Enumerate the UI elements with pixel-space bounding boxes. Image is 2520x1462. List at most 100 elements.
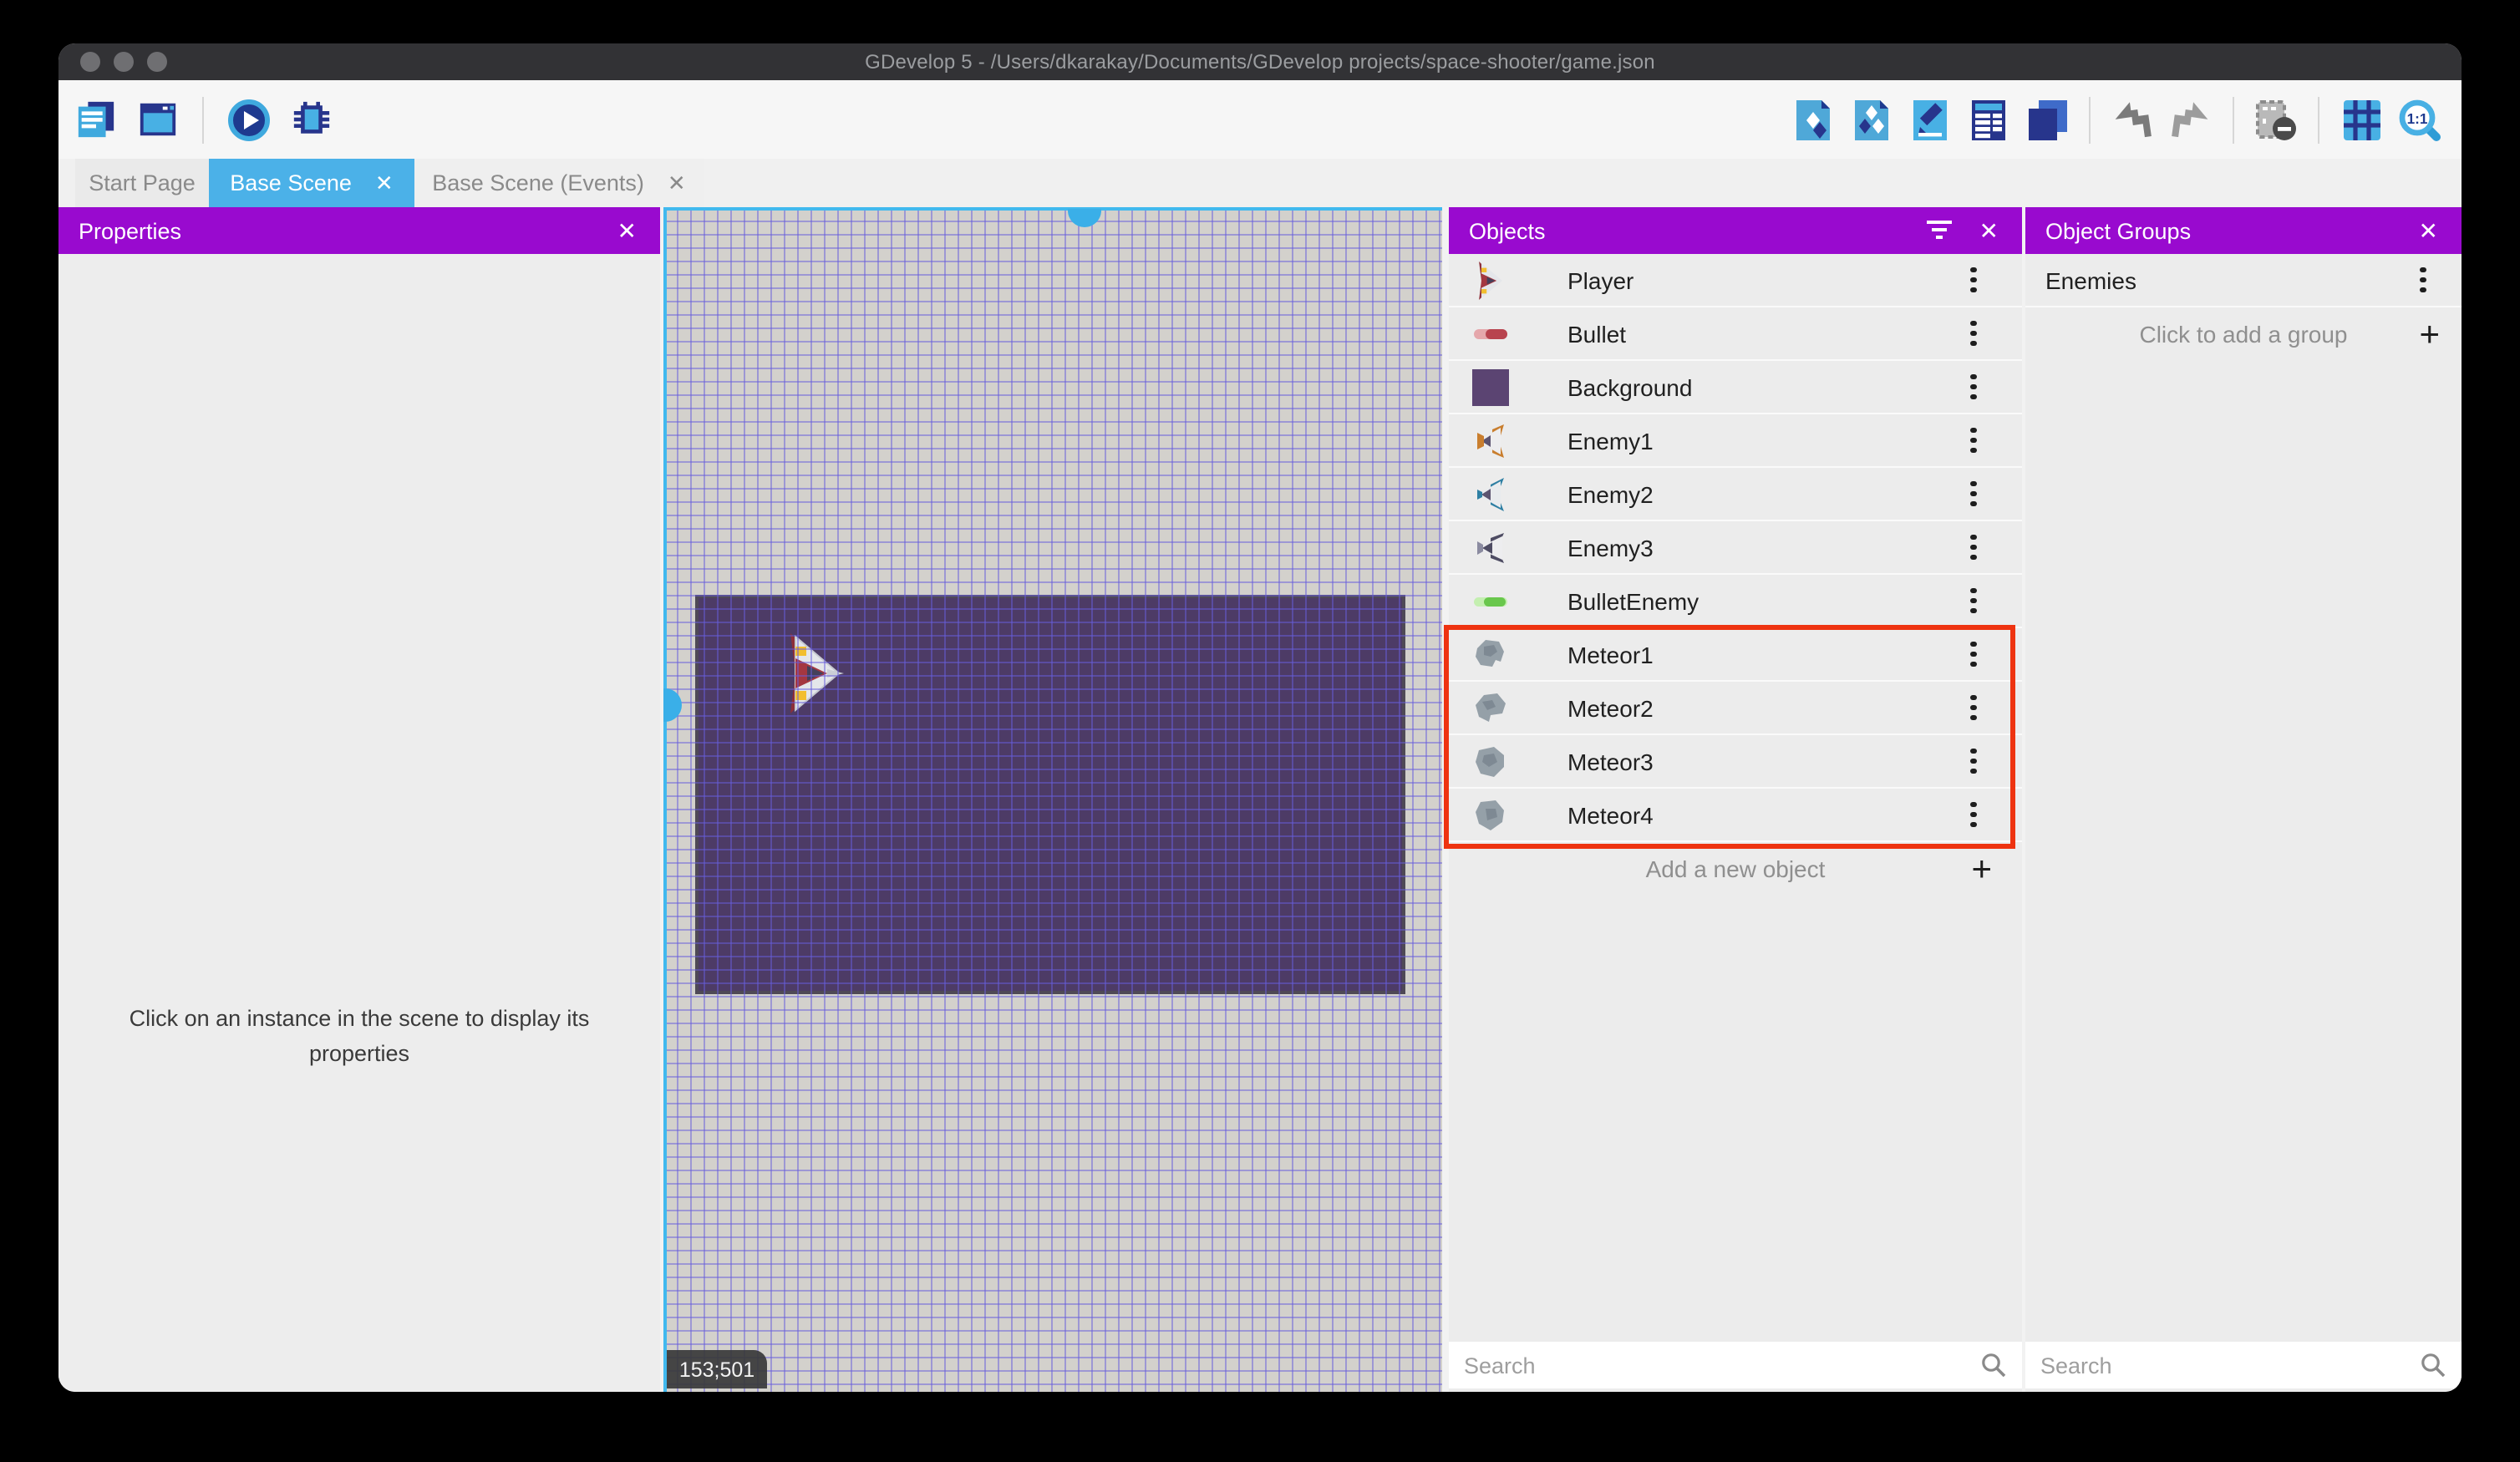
resize-handle-top[interactable] (1068, 209, 1101, 227)
enemy1-ship-icon (1477, 424, 1504, 457)
object-label: Bullet (1567, 320, 1627, 347)
meteor-icon (1476, 800, 1504, 830)
toolbar-divider (202, 96, 204, 143)
object-row-meteor2[interactable]: Meteor2 (1449, 682, 2022, 735)
add-new-object-button[interactable]: Add a new object + (1449, 842, 2022, 896)
properties-icon[interactable] (1908, 98, 1952, 141)
object-groups-panel-header: Object Groups ✕ (2025, 207, 2462, 254)
properties-panel-title: Properties (79, 218, 182, 243)
editor-tabbar: Start Page Base Scene ✕ Base Scene (Even… (58, 159, 2462, 207)
kebab-menu-icon[interactable] (1959, 368, 1989, 405)
plus-icon: + (1971, 850, 1992, 888)
meteor-icon (1476, 746, 1504, 776)
mask-icon[interactable] (2254, 98, 2298, 141)
kebab-menu-icon[interactable] (1959, 582, 1989, 619)
filter-icon[interactable] (1927, 221, 1953, 241)
properties-empty-message: Click on an instance in the scene to dis… (129, 1006, 590, 1066)
object-groups-panel: Enemies Click to add a group + (2025, 254, 2462, 1392)
objects-search-bar (1449, 1342, 2022, 1388)
object-row-bullet[interactable]: Bullet (1449, 307, 2022, 361)
zoom-1-1-icon[interactable]: 1:1 (2398, 98, 2441, 141)
close-panel-icon[interactable]: ✕ (617, 219, 637, 242)
object-label: Player (1567, 267, 1634, 293)
minimize-window-button[interactable] (114, 52, 134, 72)
object-row-background[interactable]: Background (1449, 361, 2022, 414)
objects-search-input[interactable] (1449, 1353, 1980, 1378)
object-row-meteor4[interactable]: Meteor4 (1449, 789, 2022, 842)
scene-window-icon[interactable] (135, 98, 179, 141)
zoom-window-button[interactable] (147, 52, 167, 72)
object-label: Meteor3 (1567, 748, 1654, 774)
object-label: Enemy2 (1567, 480, 1654, 507)
svg-text:1:1: 1:1 (2407, 109, 2428, 126)
kebab-menu-icon[interactable] (1959, 475, 1989, 512)
object-label: Enemy3 (1567, 534, 1654, 561)
objects-editor-icon[interactable] (1791, 98, 1835, 141)
project-manager-icon[interactable] (74, 98, 117, 141)
object-groups-icon[interactable] (1850, 98, 1893, 141)
object-row-enemy1[interactable]: Enemy1 (1449, 414, 2022, 468)
scene-canvas[interactable]: 153;501 (663, 207, 1442, 1392)
tab-label: Base Scene (Events) (432, 170, 644, 195)
toolbar-left-group (58, 96, 333, 143)
main-toolbar: 1:1 (58, 80, 2462, 159)
group-row-enemies[interactable]: Enemies (2025, 254, 2462, 307)
kebab-menu-icon[interactable] (1959, 743, 1989, 779)
close-panel-icon[interactable]: ✕ (2419, 219, 2438, 242)
close-panel-icon[interactable]: ✕ (1979, 219, 1999, 242)
kebab-menu-icon[interactable] (2408, 261, 2438, 298)
bullet-enemy-icon (1474, 596, 1507, 606)
kebab-menu-icon[interactable] (1959, 529, 1989, 566)
kebab-menu-icon[interactable] (1959, 796, 1989, 833)
toolbar-divider (2089, 96, 2091, 143)
grid-icon[interactable] (2340, 98, 2383, 141)
debug-icon[interactable] (289, 98, 333, 141)
object-groups-panel-title: Object Groups (2045, 218, 2192, 243)
close-tab-icon[interactable]: ✕ (668, 170, 686, 196)
kebab-menu-icon[interactable] (1959, 422, 1989, 459)
kebab-menu-icon[interactable] (1959, 261, 1989, 298)
object-row-enemy3[interactable]: Enemy3 (1449, 521, 2022, 575)
player-instance[interactable] (785, 632, 844, 715)
group-label: Enemies (2045, 267, 2136, 293)
kebab-menu-icon[interactable] (1959, 689, 1989, 726)
properties-panel: Click on an instance in the scene to dis… (58, 254, 660, 1392)
groups-search-input[interactable] (2025, 1353, 2420, 1378)
background-swatch-icon (1472, 368, 1509, 405)
layers-icon[interactable] (2025, 98, 2069, 141)
enemy2-ship-icon (1477, 477, 1504, 510)
object-row-meteor1[interactable]: Meteor1 (1449, 628, 2022, 682)
object-label: Enemy1 (1567, 427, 1654, 454)
cursor-coordinates-badge: 153;501 (667, 1350, 767, 1388)
toolbar-divider (2318, 96, 2319, 143)
kebab-menu-icon[interactable] (1959, 315, 1989, 352)
instances-list-icon[interactable] (1967, 98, 2010, 141)
object-row-player[interactable]: Player (1449, 254, 2022, 307)
undo-icon[interactable] (2111, 98, 2154, 141)
kebab-menu-icon[interactable] (1959, 636, 1989, 673)
object-label: Meteor4 (1567, 801, 1654, 828)
objects-panel-title: Objects (1469, 218, 1546, 243)
close-window-button[interactable] (80, 52, 100, 72)
object-row-bulletenemy[interactable]: BulletEnemy (1449, 575, 2022, 628)
resize-handle-left[interactable] (663, 688, 682, 722)
tab-label: Start Page (89, 170, 196, 195)
play-icon[interactable] (227, 98, 271, 141)
traffic-lights[interactable] (80, 52, 167, 72)
objects-panel: Player Bullet Background Enemy1 Enemy2 E… (1444, 254, 2022, 1392)
object-row-meteor3[interactable]: Meteor3 (1449, 735, 2022, 789)
tab-start-page[interactable]: Start Page (75, 159, 209, 207)
selection-border-left (663, 207, 667, 1392)
add-group-button[interactable]: Click to add a group + (2025, 307, 2462, 361)
toolbar-right-group: 1:1 (1791, 96, 2462, 143)
object-label: Meteor1 (1567, 641, 1654, 668)
object-label: Background (1567, 373, 1693, 400)
redo-icon[interactable] (2169, 98, 2213, 141)
object-row-enemy2[interactable]: Enemy2 (1449, 468, 2022, 521)
object-label: Meteor2 (1567, 694, 1654, 721)
tab-base-scene[interactable]: Base Scene ✕ (209, 159, 414, 207)
close-tab-icon[interactable]: ✕ (375, 170, 394, 196)
window-title: GDevelop 5 - /Users/dkarakay/Documents/G… (865, 50, 1655, 74)
search-icon (2420, 1352, 2446, 1378)
tab-base-scene-events[interactable]: Base Scene (Events) ✕ (414, 159, 704, 207)
